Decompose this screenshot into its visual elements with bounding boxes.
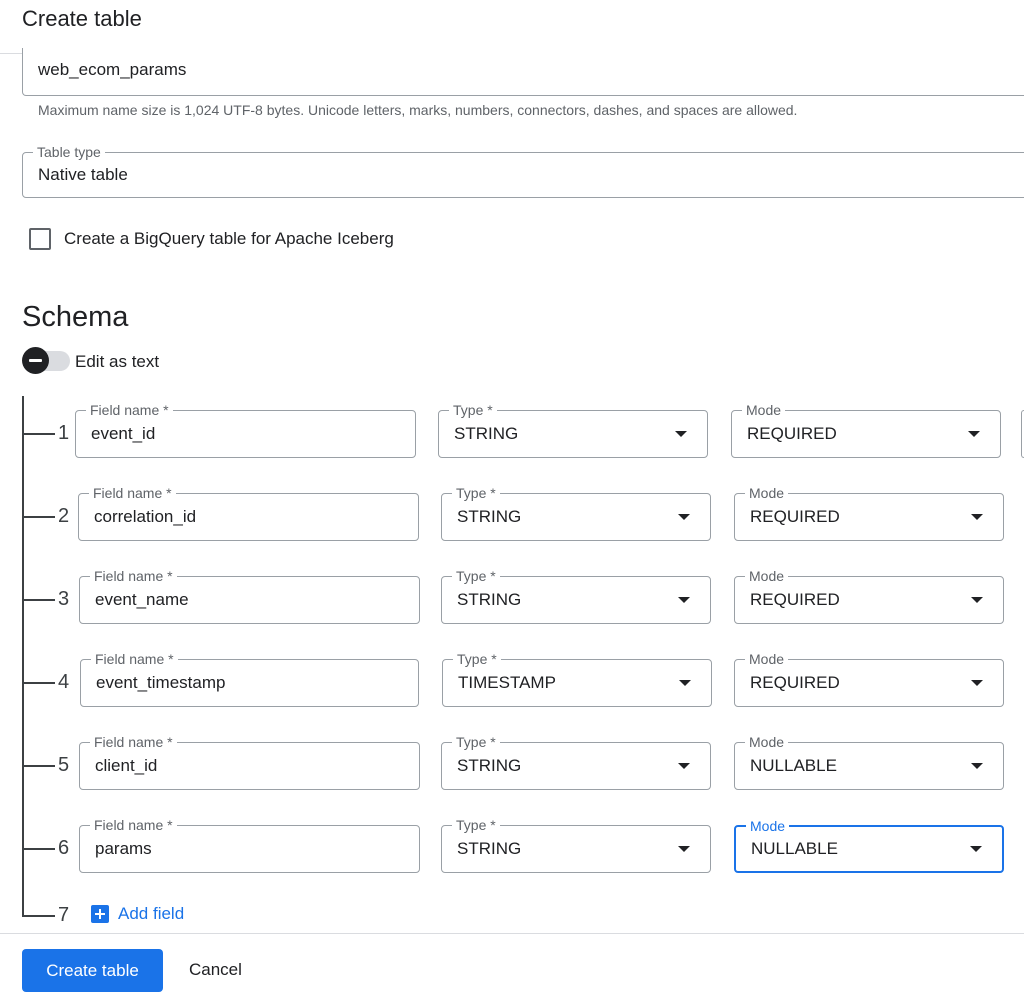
mode-select[interactable]: Mode REQUIRED [731,402,1001,458]
type-label: Type * [452,485,500,501]
mode-value: REQUIRED [747,424,837,443]
row-number: 1 [58,422,70,444]
iceberg-checkbox-label: Create a BigQuery table for Apache Icebe… [64,229,394,248]
field-name-label: Field name * [90,568,177,584]
dropdown-caret-icon [970,846,982,852]
type-value: STRING [457,756,522,775]
toggle-thumb[interactable] [22,347,49,374]
field-name-label: Field name * [90,817,177,833]
page-title: Create table [22,6,142,31]
mode-value: REQUIRED [750,590,840,609]
tree-connector [22,848,55,850]
field-name-input[interactable]: Field name * event_timestamp [80,651,419,707]
mode-label: Mode [746,818,790,834]
schema-title: Schema [22,301,129,333]
mode-select[interactable]: Mode REQUIRED [734,485,1004,541]
type-value: STRING [457,507,522,526]
tree-connector [22,915,55,917]
row-number: 2 [58,505,70,527]
schema-tree-line [22,396,24,917]
tree-connector [22,682,55,684]
table-name-hint: Maximum name size is 1,024 UTF-8 bytes. … [38,102,798,118]
dropdown-caret-icon [971,597,983,603]
field-name-input[interactable]: Field name * event_id [75,402,416,458]
type-label: Type * [452,568,500,584]
type-select[interactable]: Type * TIMESTAMP [442,651,712,707]
row-number: 7 [58,904,70,926]
field-name-label: Field name * [89,485,176,501]
type-select[interactable]: Type * STRING [441,568,711,624]
field-name-input[interactable]: Field name * correlation_id [78,485,419,541]
dropdown-caret-icon [678,846,690,852]
tree-connector [22,516,55,518]
type-value: STRING [457,590,522,609]
field-name-value: correlation_id [94,507,197,526]
dropdown-caret-icon [971,514,983,520]
cancel-button[interactable]: Cancel [189,960,242,980]
mode-value: REQUIRED [750,507,840,526]
edit-as-text-label: Edit as text [75,352,160,371]
type-select[interactable]: Type * STRING [441,485,711,541]
dropdown-caret-icon [971,680,983,686]
dropdown-caret-icon [678,597,690,603]
dropdown-caret-icon [971,763,983,769]
dropdown-caret-icon [679,680,691,686]
tree-connector [22,765,55,767]
type-select[interactable]: Type * STRING [438,402,708,458]
add-box-icon [91,905,109,923]
table-name-value: web_ecom_params [38,60,187,79]
mode-select[interactable]: Mode NULLABLE [734,734,1004,790]
tree-connector [22,599,55,601]
table-type-select[interactable]: Table type Native table [22,144,1024,198]
mode-label: Mode [745,651,789,667]
mode-label: Mode [742,402,786,418]
type-label: Type * [453,651,501,667]
field-name-input[interactable]: Field name * params [79,817,420,873]
dropdown-caret-icon [678,763,690,769]
mode-label: Mode [745,485,789,501]
mode-label: Mode [745,734,789,750]
field-name-input[interactable]: Field name * client_id [79,734,420,790]
type-select[interactable]: Type * STRING [441,817,711,873]
row-number: 5 [58,754,70,776]
row-number: 3 [58,588,70,610]
create-table-button[interactable]: Create table [22,949,163,992]
iceberg-checkbox[interactable] [29,228,51,250]
dropdown-caret-icon [968,431,980,437]
field-name-label: Field name * [86,402,173,418]
type-select[interactable]: Type * STRING [441,734,711,790]
type-label: Type * [452,734,500,750]
add-field-button[interactable]: Add field [91,904,184,924]
type-value: STRING [457,839,522,858]
dropdown-caret-icon [675,431,687,437]
field-name-label: Field name * [91,651,178,667]
field-name-input[interactable]: Field name * event_name [79,568,420,624]
row-number: 6 [58,837,70,859]
mode-value: NULLABLE [751,839,838,858]
type-value: STRING [454,424,519,443]
mode-select[interactable]: Mode REQUIRED [734,651,1004,707]
dropdown-caret-icon [678,514,690,520]
field-name-value: client_id [95,756,158,775]
field-name-value: event_name [95,590,189,609]
field-name-value: params [95,839,152,858]
type-label: Type * [449,402,497,418]
field-name-value: event_timestamp [96,673,226,692]
type-value: TIMESTAMP [458,673,556,692]
mode-label: Mode [745,568,789,584]
type-label: Type * [452,817,500,833]
mode-value: REQUIRED [750,673,840,692]
tree-connector [22,433,55,435]
mode-value: NULLABLE [750,756,837,775]
field-name-label: Field name * [90,734,177,750]
table-name-input[interactable]: web_ecom_params [22,48,1024,96]
mode-select[interactable]: Mode REQUIRED [734,568,1004,624]
add-field-label: Add field [118,904,185,923]
table-type-value: Native table [38,165,128,184]
footer-divider [0,933,1024,934]
mode-select[interactable]: Mode NULLABLE [734,818,1004,873]
field-name-value: event_id [91,424,156,443]
table-type-label: Table type [33,144,105,160]
row-number: 4 [58,671,70,693]
